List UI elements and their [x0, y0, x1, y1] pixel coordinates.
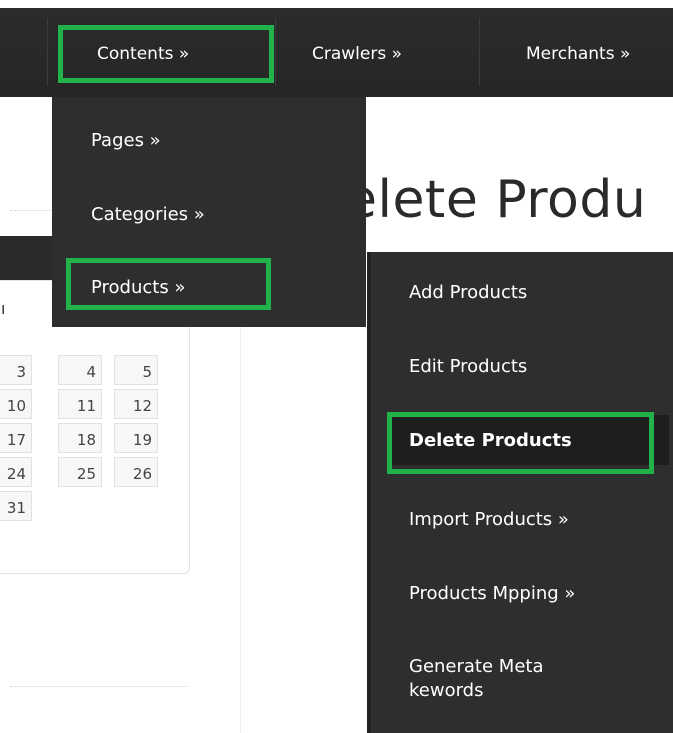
menu-item-add-products[interactable]: Add Products	[409, 282, 527, 303]
calendar-day[interactable]: 19	[114, 423, 158, 453]
nav-separator	[47, 18, 48, 86]
contents-dropdown-menu: Pages » Categories » Products »	[52, 97, 366, 327]
nav-separator	[479, 18, 480, 86]
calendar-day[interactable]: 10	[0, 389, 32, 419]
nav-item-label: Merchants »	[526, 44, 631, 64]
divider	[10, 686, 188, 687]
page-title: elete Produ	[345, 170, 647, 230]
calendar-day[interactable]: 3	[0, 355, 32, 385]
calendar-day[interactable]: 25	[58, 457, 102, 487]
calendar-day[interactable]: 18	[58, 423, 102, 453]
calendar-day[interactable]: 5	[114, 355, 158, 385]
products-submenu: Add Products Edit Products Delete Produc…	[367, 252, 673, 733]
menu-item-import-products[interactable]: Import Products »	[409, 509, 569, 530]
menu-item-delete-products[interactable]: Delete Products	[409, 430, 572, 451]
menu-item-pages[interactable]: Pages »	[91, 130, 161, 151]
calendar-day[interactable]: 4	[58, 355, 102, 385]
menu-item-products-mapping[interactable]: Products Mpping »	[409, 583, 575, 604]
calendar-day[interactable]: 24	[0, 457, 32, 487]
calendar-day[interactable]: 26	[114, 457, 158, 487]
menu-item-edit-products[interactable]: Edit Products	[409, 356, 527, 377]
nav-item-label: Contents »	[97, 44, 190, 64]
calendar-day[interactable]: 31	[0, 491, 32, 521]
calendar-dow-fragment: ı	[1, 299, 6, 318]
menu-item-categories[interactable]: Categories »	[91, 204, 205, 225]
calendar-day[interactable]: 12	[114, 389, 158, 419]
top-nav-bar: Contents » Crawlers » Merchants »	[0, 0, 673, 97]
calendar-day[interactable]: 17	[0, 423, 32, 453]
menu-item-generate-meta-keywords[interactable]: Generate Meta kewords	[409, 655, 609, 703]
nav-separator	[275, 18, 276, 86]
top-border	[0, 0, 673, 8]
nav-item-label: Crawlers »	[312, 44, 403, 64]
calendar-day[interactable]: 11	[58, 389, 102, 419]
menu-item-products[interactable]: Products »	[91, 277, 185, 298]
